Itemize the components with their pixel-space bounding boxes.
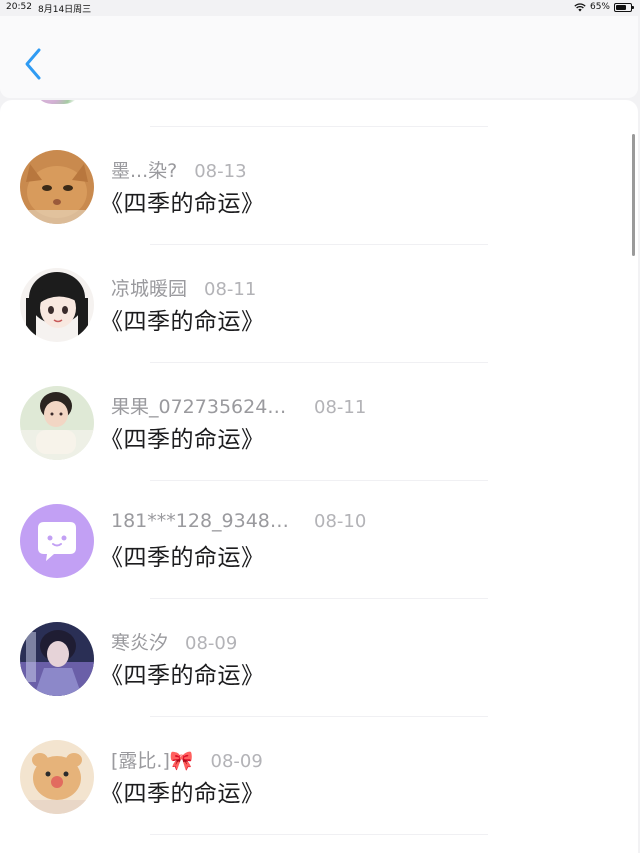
avatar-photo-girl[interactable] [20, 386, 94, 460]
header-bar [0, 16, 638, 98]
list-item[interactable]: [露比.]🎀 08-09 《四季的命运》 [0, 716, 638, 834]
chat-bubble-icon [20, 504, 94, 578]
username[interactable]: [露比.]🎀 [111, 746, 194, 773]
avatar-anime-girl[interactable] [20, 268, 94, 342]
item-meta: 墨...染? 08-13 [111, 156, 247, 183]
item-date: 08-09 [185, 633, 238, 654]
item-meta: 凉城暖园 08-11 [111, 274, 256, 301]
username[interactable]: 181***128_934871... [111, 510, 297, 532]
battery-fill [616, 4, 627, 10]
list-item[interactable]: 寒炎汐 08-09 《四季的命运》 [0, 598, 638, 716]
item-date: 08-09 [210, 751, 263, 772]
avatar-default[interactable] [20, 504, 94, 578]
item-date: 08-11 [204, 279, 257, 300]
battery-percent: 65% [589, 2, 610, 12]
book-title[interactable]: 《四季的命运》 [100, 774, 265, 808]
book-title[interactable]: 《四季的命运》 [100, 656, 265, 690]
avatar-anime-character[interactable] [20, 622, 94, 696]
status-bar: 20:52 8月14日周三 65% [0, 0, 640, 16]
list-item[interactable]: 果果_0727356244... 08-11 《四季的命运》 [0, 362, 638, 480]
item-meta: 寒炎汐 08-09 [111, 628, 237, 655]
back-button[interactable] [22, 46, 46, 82]
list-item[interactable]: 墨...染? 08-13 《四季的命运》 [0, 126, 638, 244]
username[interactable]: 果果_0727356244... [111, 392, 297, 419]
item-date: 08-11 [314, 397, 367, 418]
list-item[interactable]: 181***128_934871... 08-10 《四季的命运》 [0, 480, 638, 598]
chevron-left-icon [25, 48, 41, 80]
battery-icon [614, 2, 634, 12]
item-meta: 果果_0727356244... 08-11 [111, 392, 366, 419]
item-date: 08-13 [194, 161, 247, 182]
book-title[interactable]: 《四季的命运》 [100, 184, 265, 218]
book-title[interactable]: 《四季的命运》 [100, 420, 265, 454]
book-title[interactable]: 《四季的命运》 [100, 538, 265, 572]
status-time: 20:52 [6, 2, 32, 12]
comment-list[interactable]: 墨...染? 08-13 《四季的命运》 凉城暖园 08-11 《四季的命运》 [0, 100, 638, 853]
username[interactable]: 墨...染? [111, 156, 177, 183]
scrollbar[interactable] [632, 134, 635, 256]
item-date: 08-10 [314, 511, 367, 532]
avatar-plush-toy[interactable] [20, 740, 94, 814]
item-meta: 181***128_934871... 08-10 [111, 510, 366, 532]
divider [150, 834, 488, 835]
list-item[interactable]: 凉城暖园 08-11 《四季的命运》 [0, 244, 638, 362]
book-title[interactable]: 《四季的命运》 [100, 302, 265, 336]
status-right: 65% [574, 2, 634, 12]
item-meta: [露比.]🎀 08-09 [111, 746, 263, 773]
username[interactable]: 凉城暖园 [111, 274, 187, 301]
username[interactable]: 寒炎汐 [111, 628, 168, 655]
avatar-orange-cat[interactable] [20, 150, 94, 224]
status-date: 8月14日周三 [38, 5, 92, 15]
avatar-partial [34, 100, 82, 104]
wifi-icon [574, 2, 586, 12]
